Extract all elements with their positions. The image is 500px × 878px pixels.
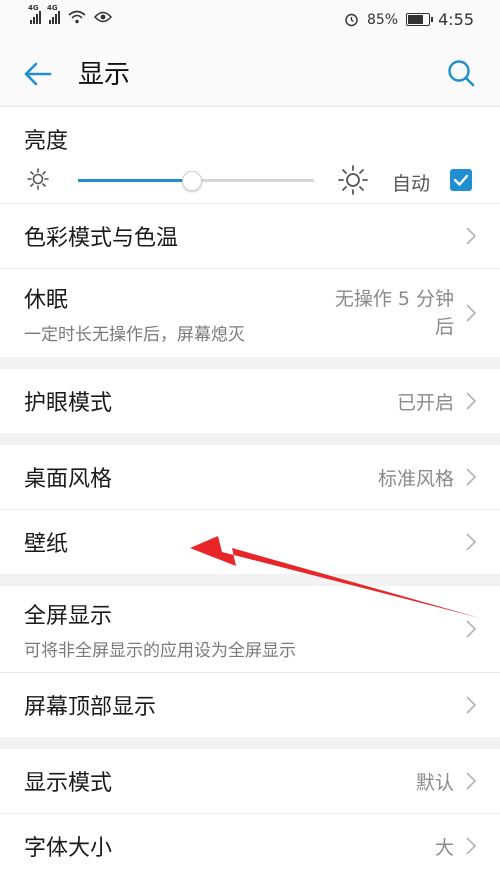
auto-brightness-label: 自动: [392, 173, 431, 195]
chevron-right-icon: [466, 696, 476, 714]
font-size-label: 字体大小: [24, 836, 113, 861]
color-mode-label: 色彩模式与色温: [24, 226, 179, 251]
font-card: 显示模式 默认 字体大小 大: [0, 749, 500, 878]
fullscreen-row[interactable]: 全屏显示 可将非全屏显示的应用设为全屏显示: [0, 586, 500, 673]
brightness-high-icon: [338, 165, 368, 195]
fullscreen-card: 全屏显示 可将非全屏显示的应用设为全屏显示 屏幕顶部显示: [0, 586, 500, 737]
desktop-style-value: 标准风格: [377, 467, 454, 490]
chevron-right-icon: [466, 468, 476, 486]
chevron-right-icon: [466, 533, 476, 551]
sleep-description: 一定时长无操作后，屏幕熄灭: [24, 324, 245, 345]
wallpaper-row[interactable]: 壁纸: [0, 510, 500, 574]
back-arrow-icon[interactable]: [22, 58, 54, 90]
brightness-slider[interactable]: [78, 171, 314, 191]
brightness-label: 亮度: [24, 129, 69, 154]
fullscreen-label: 全屏显示: [24, 603, 113, 629]
eye-care-label: 护眼模式: [24, 391, 113, 416]
brightness-low-icon: [27, 168, 49, 190]
search-icon[interactable]: [446, 58, 476, 88]
desktop-style-label: 桌面风格: [24, 467, 113, 492]
cellular-signal-icon-2: 4G: [47, 4, 60, 24]
style-card: 桌面风格 标准风格 壁纸: [0, 445, 500, 574]
eye-care-card: 护眼模式 已开启: [0, 369, 500, 433]
display-mode-value: 默认: [415, 771, 454, 794]
top-display-label: 屏幕顶部显示: [24, 695, 157, 720]
chevron-right-icon: [466, 304, 476, 322]
alarm-icon: [345, 13, 358, 27]
wallpaper-label: 壁纸: [24, 532, 69, 557]
sleep-row[interactable]: 休眠 一定时长无操作后，屏幕熄灭 无操作 5 分钟 后: [0, 269, 500, 357]
sleep-value: 无操作 5 分钟 后: [334, 288, 454, 338]
eye-care-row[interactable]: 护眼模式 已开启: [0, 369, 500, 433]
checkmark-icon: [453, 174, 469, 186]
display-settings-card: 亮度 自动 色彩模式与色温 休眠 一定时长无操作后，屏幕熄灭 无操作 5 分钟 …: [0, 107, 500, 357]
chevron-right-icon: [466, 392, 476, 410]
clock: 4:55: [438, 10, 474, 29]
chevron-right-icon: [466, 227, 476, 245]
app-bar: 显示: [0, 40, 500, 107]
battery-icon: [406, 13, 434, 26]
eye-care-value: 已开启: [396, 391, 454, 414]
font-size-value: 大: [434, 836, 454, 859]
status-bar: 4G 4G 85% 4:55: [0, 0, 500, 40]
fullscreen-description: 可将非全屏显示的应用设为全屏显示: [24, 640, 296, 661]
auto-brightness-checkbox[interactable]: [450, 169, 472, 191]
display-mode-row[interactable]: 显示模式 默认: [0, 749, 500, 814]
battery-percent: 85%: [366, 11, 399, 28]
brightness-slider-thumb[interactable]: [182, 171, 203, 191]
brightness-row: 亮度 自动: [0, 107, 500, 204]
desktop-style-row[interactable]: 桌面风格 标准风格: [0, 445, 500, 510]
top-display-row[interactable]: 屏幕顶部显示: [0, 673, 500, 737]
color-mode-row[interactable]: 色彩模式与色温: [0, 204, 500, 269]
chevron-right-icon: [466, 837, 476, 855]
sleep-label: 休眠: [24, 287, 69, 313]
chevron-right-icon: [466, 772, 476, 790]
display-mode-label: 显示模式: [24, 771, 113, 796]
cellular-signal-icon: 4G: [28, 4, 41, 24]
chevron-right-icon: [466, 620, 476, 638]
font-size-row[interactable]: 字体大小 大: [0, 814, 500, 878]
page-title: 显示: [78, 60, 131, 90]
eye-icon: [94, 11, 112, 23]
wifi-icon: [68, 10, 86, 24]
